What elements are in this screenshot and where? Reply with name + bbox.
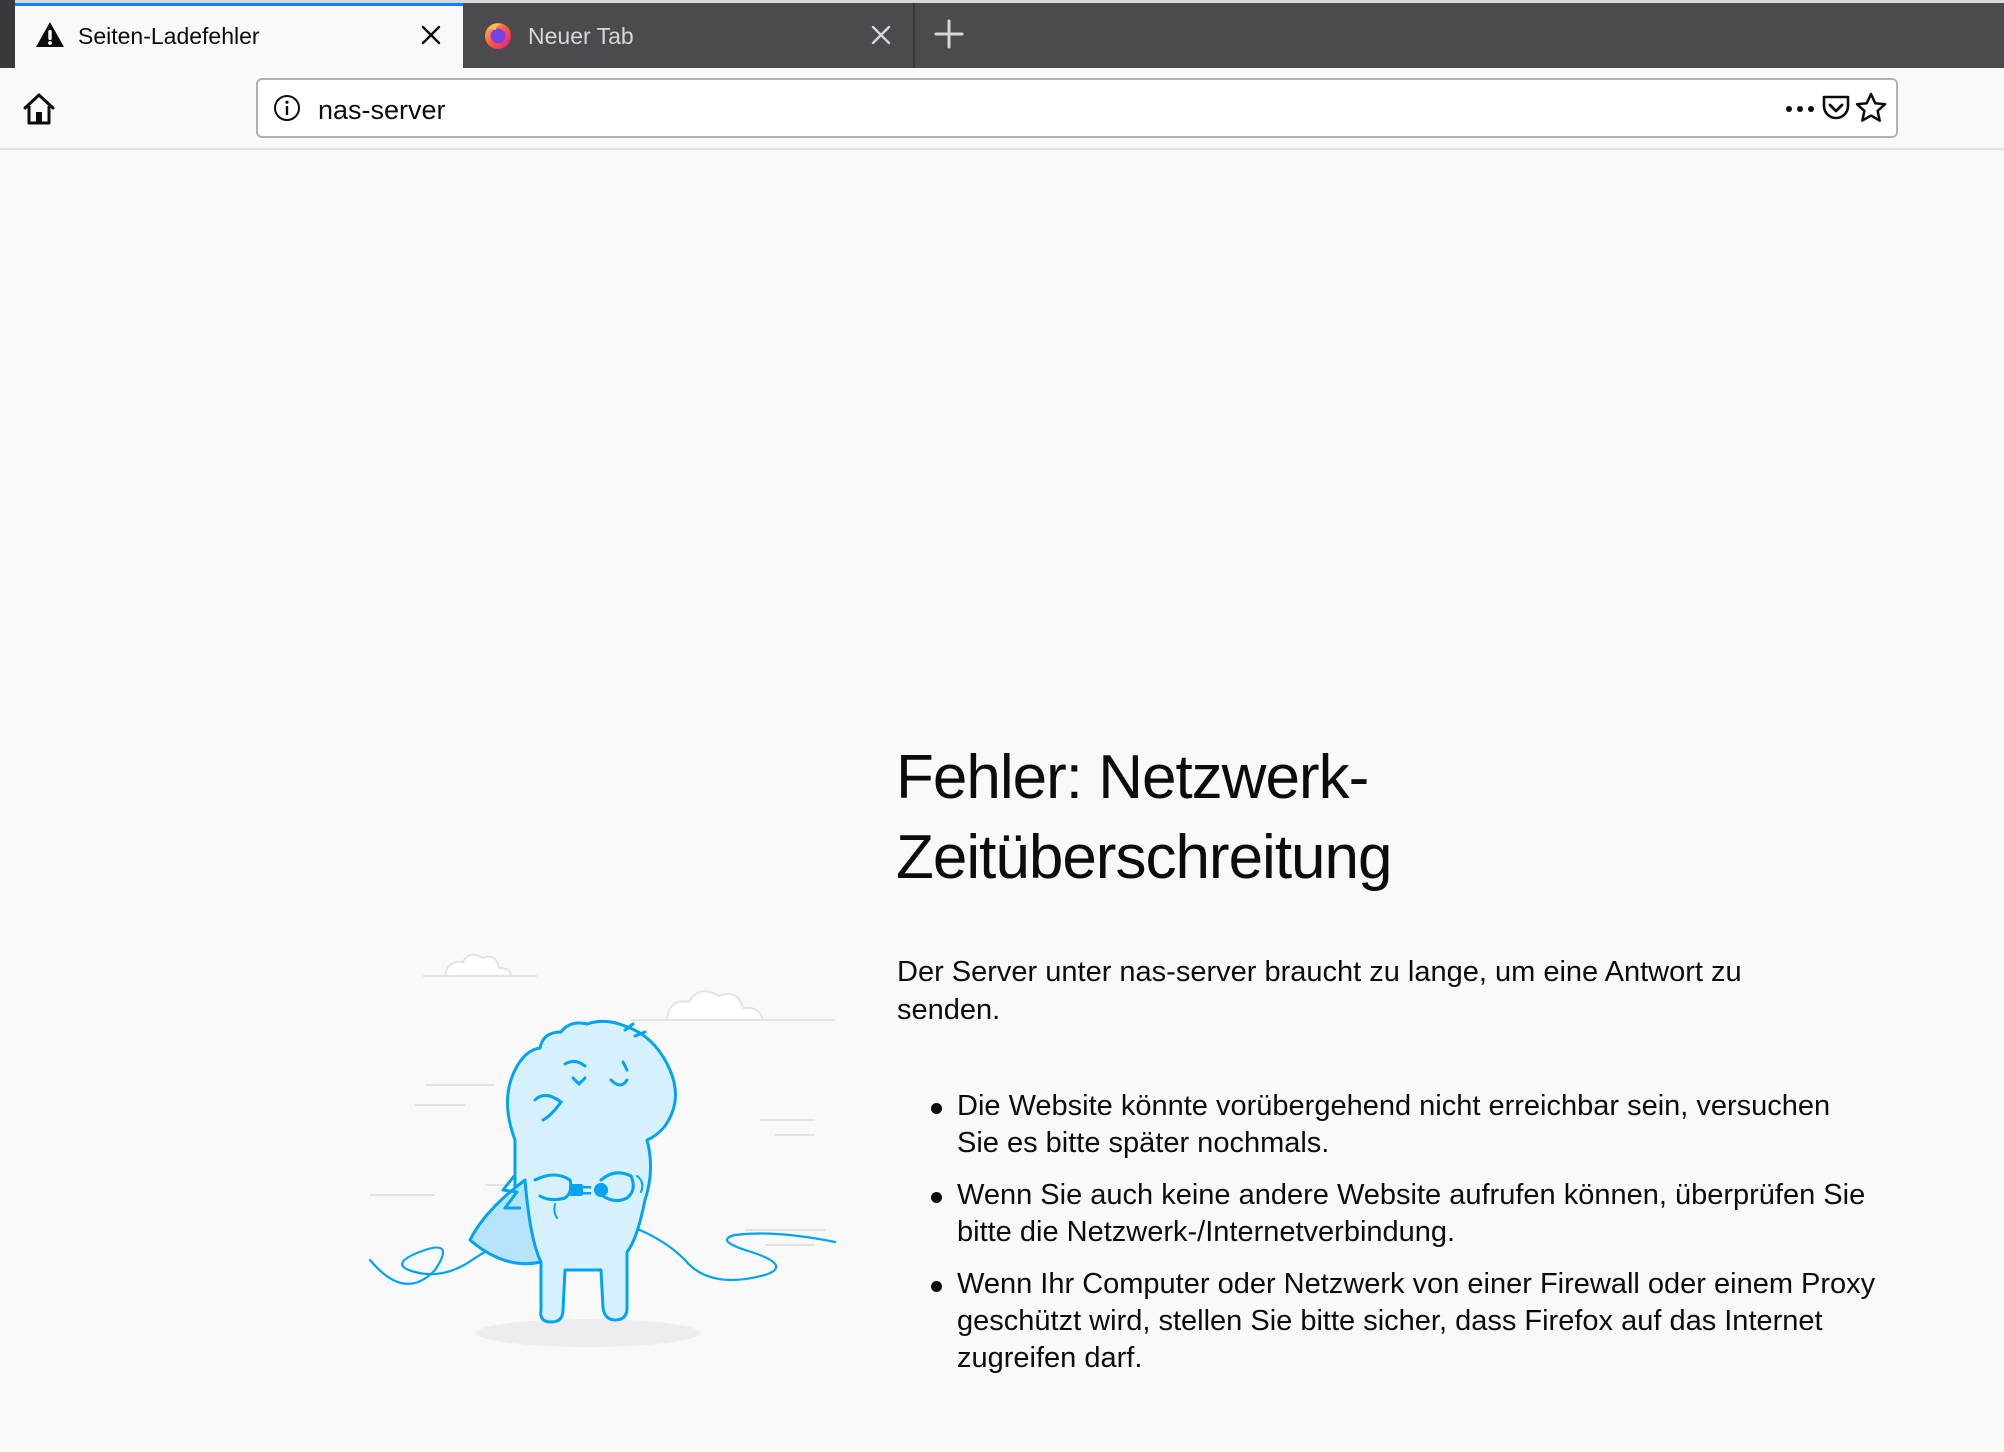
tab-error-page[interactable]: Seiten-Ladefehler	[15, 3, 463, 68]
error-title-line: Zeitüberschreitung	[896, 823, 1393, 892]
page-actions-more-icon[interactable]	[1782, 94, 1818, 124]
tab-strip-edge	[0, 0, 15, 68]
warning-icon	[36, 22, 64, 47]
error-suggestions-list: Die Website könnte vorübergehend nicht e…	[897, 1088, 1877, 1392]
list-item: Wenn Ihr Computer oder Netzwerk von eine…	[897, 1266, 1877, 1377]
close-tab-icon[interactable]	[417, 21, 445, 49]
url-bar[interactable]: nas-server	[256, 78, 1898, 138]
tab-strip: Seiten-Ladefehler Neuer Tab	[0, 0, 2004, 68]
cloud-icon	[443, 953, 765, 1021]
tab-label: Neuer Tab	[528, 23, 634, 49]
list-item: Die Website könnte vorübergehend nicht e…	[897, 1088, 1877, 1162]
error-title-line: Fehler: Netzwerk-	[896, 743, 1369, 812]
navigation-toolbar: nas-server	[0, 68, 2004, 150]
unplugged-dino-illustration	[368, 953, 837, 1347]
tab-label: Seiten-Ladefehler	[78, 23, 260, 49]
active-tab-highlight	[15, 3, 463, 6]
close-tab-icon[interactable]	[867, 21, 895, 49]
tab-new-tab[interactable]: Neuer Tab	[463, 3, 915, 68]
bookmark-star-icon[interactable]	[1854, 91, 1888, 125]
list-item: Wenn Sie auch keine andere Website aufru…	[897, 1177, 1877, 1251]
error-description: Der Server unter nas-server braucht zu l…	[897, 956, 1742, 1026]
firefox-icon	[485, 23, 511, 49]
home-icon[interactable]	[20, 90, 58, 128]
site-info-icon[interactable]	[272, 93, 302, 123]
url-text[interactable]: nas-server	[318, 95, 446, 126]
new-tab-plus-icon[interactable]	[930, 15, 968, 53]
pocket-icon[interactable]	[1820, 92, 1852, 124]
error-title: Fehler: Netzwerk- Zeitüberschreitung	[896, 738, 1796, 898]
